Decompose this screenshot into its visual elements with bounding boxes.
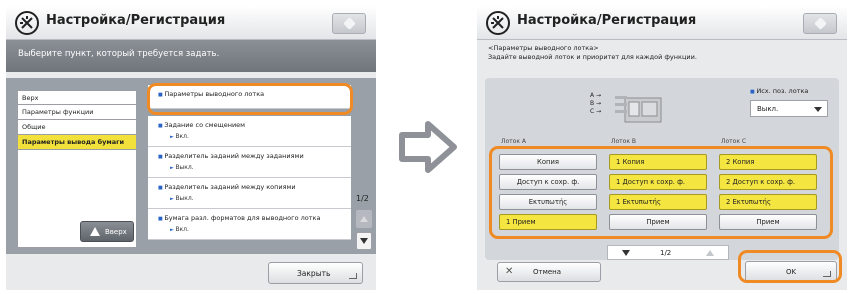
option-value: Вкл. (158, 226, 345, 233)
source-tray-value: Выкл. (757, 105, 779, 113)
up-button-label: Вверх (105, 228, 127, 236)
close-icon: ✕ (505, 266, 514, 277)
source-tray-label: Исх. поз. лотка (750, 87, 808, 95)
finisher-printer-icon (615, 96, 662, 123)
breadcrumb-list: Верх Параметры функции Общие Параметры в… (17, 90, 137, 248)
option-value: Выкл. (158, 195, 345, 202)
settings-screen-left: Настройка/Регистрация Выберите пункт, ко… (6, 6, 376, 290)
instruction-line-2: Задайте выводной лоток и приоритет для к… (488, 53, 697, 61)
output-tray-panel: A → B → C → Исх. поз. лотка Выкл. Лоток … (485, 78, 839, 260)
option-mixed-size-paper[interactable]: Бумага разл. форматов для выводного лотк… (148, 209, 351, 240)
instruction-text: <Параметры выводного лотка> Задайте выво… (488, 44, 697, 62)
title-bar: Настройка/Регистрация (6, 6, 376, 40)
cancel-button[interactable]: ✕ Отмена (497, 262, 601, 282)
arrow-right-icon (399, 121, 457, 173)
instruction-line-1: <Параметры выводного лотка> (488, 44, 599, 52)
page-down-icon[interactable] (622, 250, 630, 256)
instruction-text: Выберите пункт, который требуется задать… (18, 49, 220, 59)
option-label: Задание со смещением (158, 121, 345, 129)
tray-b-label: B → (590, 100, 602, 107)
highlight-tray-grid (489, 146, 833, 239)
counter-check-button[interactable] (803, 13, 837, 34)
chevron-down-icon (814, 107, 822, 112)
tray-c-label: C → (590, 108, 602, 115)
option-value: Выкл. (158, 164, 345, 171)
up-button[interactable]: Вверх (80, 221, 134, 242)
page-title: Настройка/Регистрация (517, 13, 697, 28)
column-header-tray-b: Лоток B (611, 138, 636, 145)
cancel-button-label: Отмена (533, 268, 562, 276)
arrow-up-icon (90, 227, 100, 236)
bottom-bar: Закрыть (6, 254, 376, 290)
option-job-separator-copies[interactable]: Разделитель заданий между копиями Выкл. (148, 178, 351, 209)
close-button-label: Закрыть (297, 269, 331, 278)
enter-icon (349, 273, 357, 279)
option-label: Бумага разл. форматов для выводного лотк… (158, 214, 345, 222)
settings-tools-icon (486, 11, 510, 35)
nav-list-blank: Вверх (17, 150, 137, 248)
nav-item-function-settings[interactable]: Параметры функции (17, 105, 137, 120)
column-header-tray-c: Лоток C (721, 138, 747, 145)
scroll-up-button[interactable] (356, 210, 372, 228)
page-title: Настройка/Регистрация (46, 13, 226, 28)
nav-item-common[interactable]: Общие (17, 120, 137, 135)
tray-a-label: A → (590, 92, 602, 99)
option-offset-job[interactable]: Задание со смещением Вкл. (148, 116, 351, 147)
title-bar: Настройка/Регистрация (477, 6, 847, 40)
column-header-tray-a: Лоток A (501, 138, 526, 145)
source-tray-dropdown[interactable]: Выкл. (750, 100, 828, 117)
page-navigator: 1/2 (607, 245, 729, 260)
nav-item-paper-output[interactable]: Параметры вывода бумаги (17, 135, 137, 150)
option-value: Вкл. (158, 133, 345, 140)
option-label: Разделитель заданий между копиями (158, 183, 345, 191)
highlight-ok-button (738, 250, 842, 283)
instruction-bar: Выберите пункт, который требуется задать… (6, 40, 376, 72)
close-button[interactable]: Закрыть (268, 262, 363, 284)
page-up-icon[interactable] (706, 250, 714, 256)
option-job-separator-jobs[interactable]: Разделитель заданий между заданиями Выкл… (148, 147, 351, 178)
counter-check-button[interactable] (332, 13, 366, 34)
highlight-output-tray-option (147, 83, 353, 115)
settings-screen-right: Настройка/Регистрация <Параметры выводно… (477, 6, 847, 290)
option-label: Разделитель заданий между заданиями (158, 152, 345, 160)
page-indicator: 1/2 (356, 194, 369, 203)
nav-item-top[interactable]: Верх (17, 90, 137, 105)
scroll-down-button[interactable] (356, 232, 372, 250)
settings-tools-icon (15, 11, 39, 35)
page-indicator: 1/2 (660, 249, 672, 257)
